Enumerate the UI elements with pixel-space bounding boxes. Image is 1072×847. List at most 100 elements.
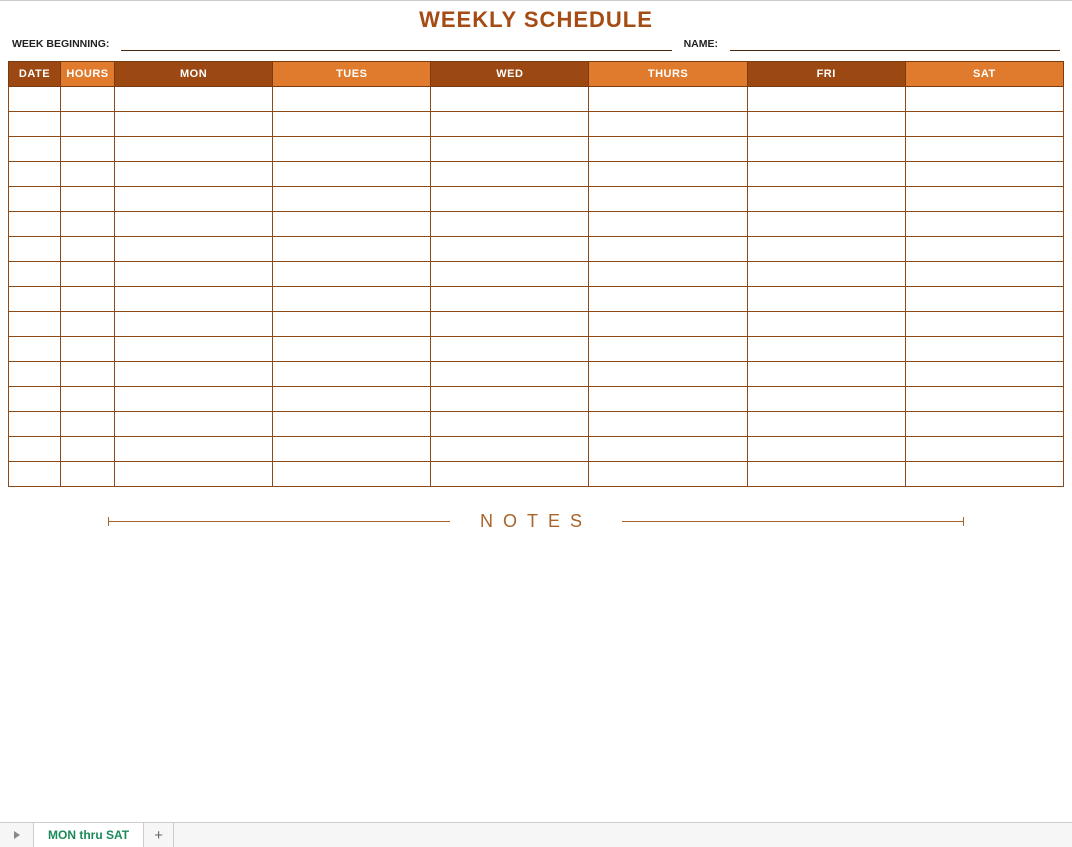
schedule-cell[interactable] [115, 187, 273, 212]
schedule-cell[interactable] [589, 287, 747, 312]
sheet-tab-active[interactable]: MON thru SAT [34, 823, 144, 847]
schedule-cell[interactable] [273, 112, 431, 137]
schedule-cell[interactable] [747, 287, 905, 312]
schedule-cell[interactable] [747, 237, 905, 262]
schedule-cell[interactable] [9, 162, 61, 187]
schedule-cell[interactable] [747, 387, 905, 412]
schedule-cell[interactable] [115, 412, 273, 437]
schedule-cell[interactable] [61, 112, 115, 137]
schedule-cell[interactable] [115, 287, 273, 312]
schedule-cell[interactable] [9, 112, 61, 137]
schedule-cell[interactable] [9, 387, 61, 412]
schedule-cell[interactable] [431, 462, 589, 487]
schedule-cell[interactable] [115, 362, 273, 387]
schedule-cell[interactable] [115, 462, 273, 487]
schedule-cell[interactable] [273, 287, 431, 312]
schedule-cell[interactable] [589, 337, 747, 362]
schedule-cell[interactable] [61, 162, 115, 187]
schedule-cell[interactable] [9, 337, 61, 362]
schedule-cell[interactable] [61, 212, 115, 237]
schedule-cell[interactable] [273, 462, 431, 487]
schedule-cell[interactable] [589, 437, 747, 462]
schedule-cell[interactable] [589, 87, 747, 112]
schedule-cell[interactable] [273, 387, 431, 412]
schedule-cell[interactable] [905, 137, 1063, 162]
schedule-cell[interactable] [61, 312, 115, 337]
schedule-cell[interactable] [61, 387, 115, 412]
schedule-cell[interactable] [273, 412, 431, 437]
name-input[interactable] [730, 37, 1060, 51]
schedule-cell[interactable] [115, 312, 273, 337]
schedule-cell[interactable] [905, 362, 1063, 387]
schedule-cell[interactable] [9, 287, 61, 312]
schedule-cell[interactable] [115, 437, 273, 462]
schedule-cell[interactable] [589, 387, 747, 412]
schedule-cell[interactable] [61, 462, 115, 487]
schedule-cell[interactable] [905, 237, 1063, 262]
week-beginning-input[interactable] [121, 37, 671, 51]
schedule-cell[interactable] [905, 462, 1063, 487]
schedule-cell[interactable] [9, 87, 61, 112]
schedule-cell[interactable] [747, 187, 905, 212]
schedule-cell[interactable] [9, 462, 61, 487]
schedule-cell[interactable] [273, 212, 431, 237]
schedule-cell[interactable] [431, 262, 589, 287]
schedule-cell[interactable] [589, 237, 747, 262]
schedule-cell[interactable] [589, 112, 747, 137]
schedule-cell[interactable] [61, 137, 115, 162]
schedule-cell[interactable] [747, 162, 905, 187]
schedule-cell[interactable] [431, 362, 589, 387]
schedule-cell[interactable] [431, 87, 589, 112]
schedule-cell[interactable] [273, 137, 431, 162]
schedule-cell[interactable] [589, 162, 747, 187]
schedule-cell[interactable] [747, 137, 905, 162]
schedule-cell[interactable] [747, 87, 905, 112]
schedule-cell[interactable] [431, 337, 589, 362]
schedule-cell[interactable] [905, 212, 1063, 237]
schedule-cell[interactable] [747, 337, 905, 362]
schedule-cell[interactable] [431, 212, 589, 237]
schedule-cell[interactable] [273, 162, 431, 187]
schedule-cell[interactable] [115, 237, 273, 262]
schedule-cell[interactable] [589, 462, 747, 487]
schedule-cell[interactable] [273, 87, 431, 112]
schedule-cell[interactable] [431, 112, 589, 137]
schedule-cell[interactable] [9, 312, 61, 337]
schedule-cell[interactable] [9, 362, 61, 387]
schedule-cell[interactable] [115, 387, 273, 412]
schedule-cell[interactable] [61, 437, 115, 462]
schedule-cell[interactable] [747, 112, 905, 137]
schedule-cell[interactable] [747, 462, 905, 487]
schedule-cell[interactable] [9, 437, 61, 462]
schedule-cell[interactable] [431, 412, 589, 437]
schedule-cell[interactable] [905, 412, 1063, 437]
schedule-cell[interactable] [905, 262, 1063, 287]
schedule-cell[interactable] [431, 437, 589, 462]
schedule-cell[interactable] [115, 212, 273, 237]
schedule-cell[interactable] [61, 287, 115, 312]
schedule-cell[interactable] [115, 262, 273, 287]
schedule-cell[interactable] [747, 437, 905, 462]
schedule-cell[interactable] [589, 137, 747, 162]
schedule-cell[interactable] [61, 187, 115, 212]
schedule-cell[interactable] [273, 187, 431, 212]
schedule-cell[interactable] [589, 362, 747, 387]
schedule-cell[interactable] [905, 312, 1063, 337]
schedule-cell[interactable] [905, 387, 1063, 412]
schedule-cell[interactable] [61, 262, 115, 287]
schedule-cell[interactable] [9, 262, 61, 287]
schedule-cell[interactable] [61, 237, 115, 262]
schedule-cell[interactable] [905, 337, 1063, 362]
schedule-cell[interactable] [9, 187, 61, 212]
schedule-cell[interactable] [431, 162, 589, 187]
schedule-cell[interactable] [273, 312, 431, 337]
schedule-cell[interactable] [61, 412, 115, 437]
schedule-cell[interactable] [273, 262, 431, 287]
schedule-cell[interactable] [9, 212, 61, 237]
schedule-cell[interactable] [9, 137, 61, 162]
schedule-cell[interactable] [905, 162, 1063, 187]
schedule-cell[interactable] [9, 412, 61, 437]
schedule-cell[interactable] [431, 287, 589, 312]
schedule-cell[interactable] [273, 437, 431, 462]
schedule-cell[interactable] [747, 412, 905, 437]
